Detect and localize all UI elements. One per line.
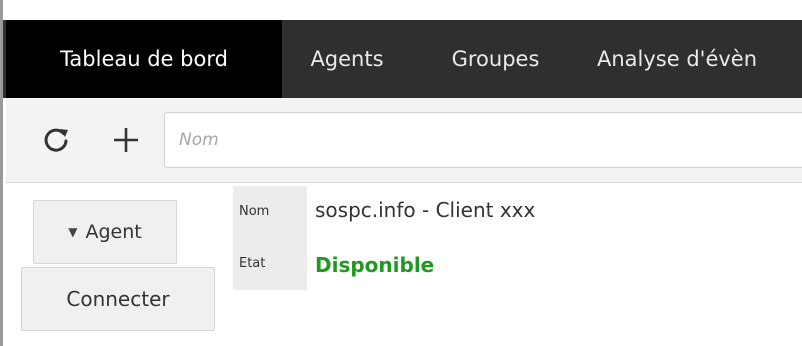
state-label: Etat <box>233 236 307 290</box>
tab-dashboard[interactable]: Tableau de bord <box>6 20 282 98</box>
name-value: sospc.info - Client xxx <box>315 198 536 222</box>
tab-event-analysis[interactable]: Analyse d'évèn <box>579 20 802 98</box>
name-label: Nom <box>233 186 307 236</box>
agent-dropdown-button[interactable]: ▼ Agent <box>33 200 177 264</box>
caret-down-icon: ▼ <box>68 225 78 239</box>
search-input[interactable] <box>164 112 802 168</box>
refresh-icon[interactable] <box>38 120 74 160</box>
plus-icon[interactable] <box>108 120 144 160</box>
connect-button-label: Connecter <box>66 287 170 311</box>
refresh-icon-glyph <box>44 128 68 152</box>
toolbar <box>6 98 802 183</box>
state-value: Disponible <box>315 253 435 277</box>
tab-groups[interactable]: Groupes <box>412 20 579 98</box>
plus-icon-glyph <box>114 128 138 152</box>
top-nav: Tableau de bord Agents Groupes Analyse d… <box>3 20 802 98</box>
tab-agents[interactable]: Agents <box>282 20 412 98</box>
connect-button[interactable]: Connecter <box>21 267 215 331</box>
agent-button-label: Agent <box>85 221 142 243</box>
app-frame: Tableau de bord Agents Groupes Analyse d… <box>0 0 802 346</box>
